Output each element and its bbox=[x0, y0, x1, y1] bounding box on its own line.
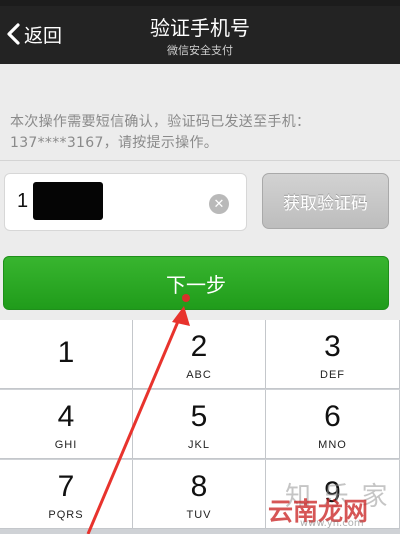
keypad-key-2[interactable]: 2 ABC bbox=[133, 320, 266, 389]
keypad-key-8[interactable]: 8 TUV bbox=[133, 460, 266, 529]
keypad-key-7[interactable]: 7 PQRS bbox=[0, 460, 133, 529]
watermark-url: www.yn.com bbox=[300, 518, 364, 529]
key-digit: 6 bbox=[324, 400, 341, 433]
redaction-mark bbox=[33, 182, 103, 220]
get-code-button[interactable]: 获取验证码 bbox=[262, 173, 389, 229]
keypad-key-6[interactable]: 6 MNO bbox=[266, 390, 400, 459]
next-step-button[interactable]: 下一步 bbox=[3, 256, 389, 310]
navigation-bar: 返回 验证手机号 微信安全支付 bbox=[0, 6, 400, 64]
divider bbox=[0, 160, 400, 161]
page-subtitle: 微信安全支付 bbox=[167, 44, 233, 57]
sms-info-text: 本次操作需要短信确认，验证码已发送至手机：137****3167，请按提示操作。 bbox=[10, 114, 311, 151]
key-digit: 7 bbox=[57, 470, 75, 503]
key-letters: PQRS bbox=[48, 509, 84, 521]
key-letters: DEF bbox=[320, 369, 345, 381]
key-digit: 8 bbox=[190, 470, 208, 503]
key-letters: JKL bbox=[188, 439, 210, 451]
key-letters: GHI bbox=[54, 439, 78, 451]
key-letters: MNO bbox=[318, 439, 347, 451]
key-digit: 1 bbox=[57, 336, 75, 369]
verification-code-input[interactable]: 1 ✕ bbox=[4, 173, 247, 231]
page-title: 验证手机号 bbox=[150, 16, 250, 40]
key-digit: 4 bbox=[57, 400, 75, 433]
keypad-key-3[interactable]: 3 DEF bbox=[266, 320, 400, 389]
keypad-key-4[interactable]: 4 GHI bbox=[0, 390, 133, 459]
code-input-value: 1 bbox=[17, 190, 29, 212]
keypad-key-1[interactable]: 1 bbox=[0, 320, 133, 389]
key-letters: ABC bbox=[186, 369, 212, 381]
clear-icon[interactable]: ✕ bbox=[209, 194, 229, 214]
key-digit: 5 bbox=[190, 400, 208, 433]
key-digit: 3 bbox=[324, 330, 341, 363]
key-letters: TUV bbox=[186, 509, 212, 521]
key-digit: 2 bbox=[190, 330, 208, 363]
keypad-key-5[interactable]: 5 JKL bbox=[133, 390, 266, 459]
